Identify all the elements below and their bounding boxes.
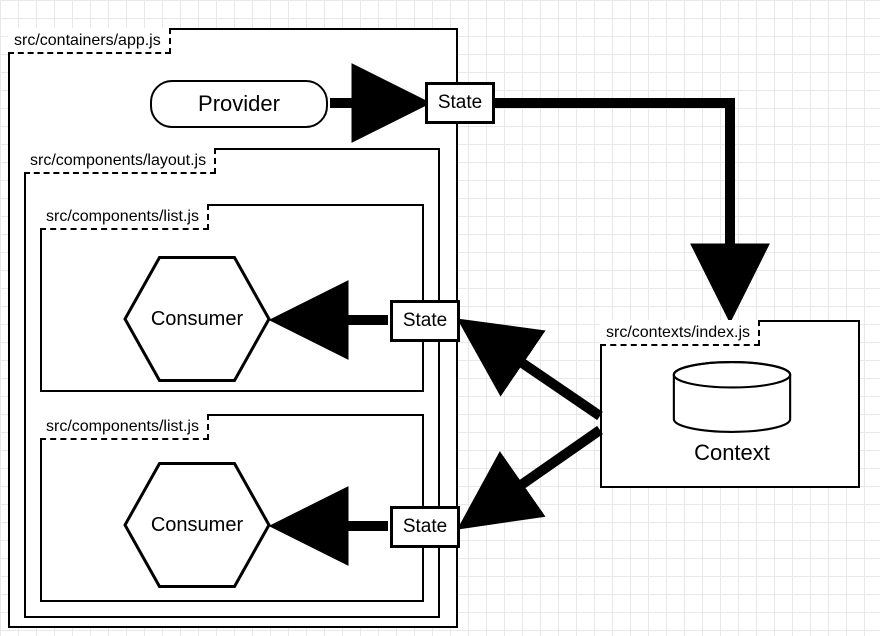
file-label-layout: src/components/layout.js (24, 148, 216, 174)
file-label-list-1: src/components/list.js (40, 204, 209, 230)
edge-context-state-mid (468, 326, 600, 416)
node-consumer-1-label: Consumer (151, 308, 243, 331)
node-state-top-label: State (438, 92, 482, 114)
node-context: Context (668, 360, 796, 466)
edge-context-state-bot (468, 430, 600, 522)
edge-state-context (495, 103, 730, 310)
node-context-label: Context (694, 440, 770, 466)
node-state-top: State (425, 82, 495, 124)
file-label-app: src/containers/app.js (8, 28, 171, 54)
node-consumer-1: Consumer (122, 254, 272, 384)
node-state-mid-label: State (403, 310, 447, 332)
node-provider: Provider (150, 80, 328, 128)
node-state-bot-label: State (403, 516, 447, 538)
node-provider-label: Provider (198, 91, 280, 117)
node-consumer-2: Consumer (122, 460, 272, 590)
file-label-list-2: src/components/list.js (40, 414, 209, 440)
node-state-mid: State (390, 300, 460, 342)
node-consumer-2-label: Consumer (151, 514, 243, 537)
file-label-contexts: src/contexts/index.js (600, 320, 760, 346)
cylinder-icon (668, 360, 796, 434)
node-state-bot: State (390, 506, 460, 548)
